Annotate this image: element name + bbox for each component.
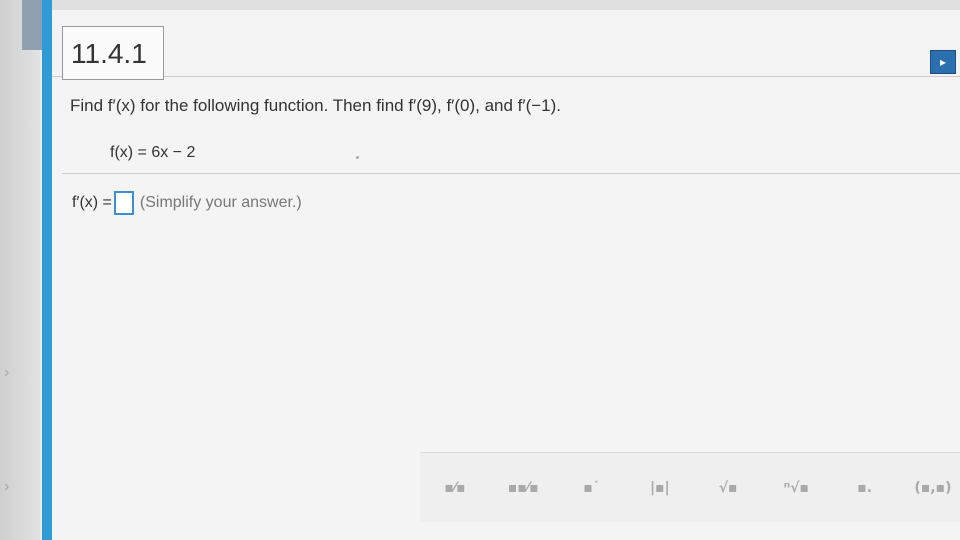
left-accent [22,0,42,50]
mixed-number-icon[interactable]: ▪▪⁄▪ [492,459,554,517]
exponent-icon[interactable]: ▪˙ [561,459,623,517]
answer-hint: (Simplify your answer.) [139,194,302,211]
answer-row: f′(x) = (Simplify your answer.) [72,191,302,215]
decimal-icon[interactable]: ▪. [834,459,896,517]
question-panel: 11.4.1 ▸ Find f′(x) for the following fu… [42,0,960,540]
next-arrow-icon[interactable]: ▸ [930,50,956,74]
chevron-right-icon: › [4,478,10,495]
divider [62,173,960,174]
square-root-icon[interactable]: √▪ [697,459,759,517]
ordered-pair-icon[interactable]: (▪,▪) [902,459,960,517]
question-header: 11.4.1 ▸ [52,10,960,80]
function-definition: f(x) = 6x − 2 [110,144,196,161]
absolute-value-icon[interactable]: |▪| [629,459,691,517]
dot-mark [356,156,359,159]
left-bezel: › › [0,0,42,540]
question-prompt: Find f′(x) for the following function. T… [70,96,562,115]
answer-label: f′(x) = [72,194,112,211]
chevron-right-icon: › [4,364,10,381]
question-number: 11.4.1 [62,26,164,80]
answer-input[interactable] [113,191,134,215]
fraction-icon[interactable]: ▪⁄▪ [424,459,486,517]
nth-root-icon[interactable]: ⁿ√▪ [765,459,827,517]
math-toolbar: ▪⁄▪ ▪▪⁄▪ ▪˙ |▪| √▪ ⁿ√▪ ▪. (▪,▪) [420,452,960,522]
